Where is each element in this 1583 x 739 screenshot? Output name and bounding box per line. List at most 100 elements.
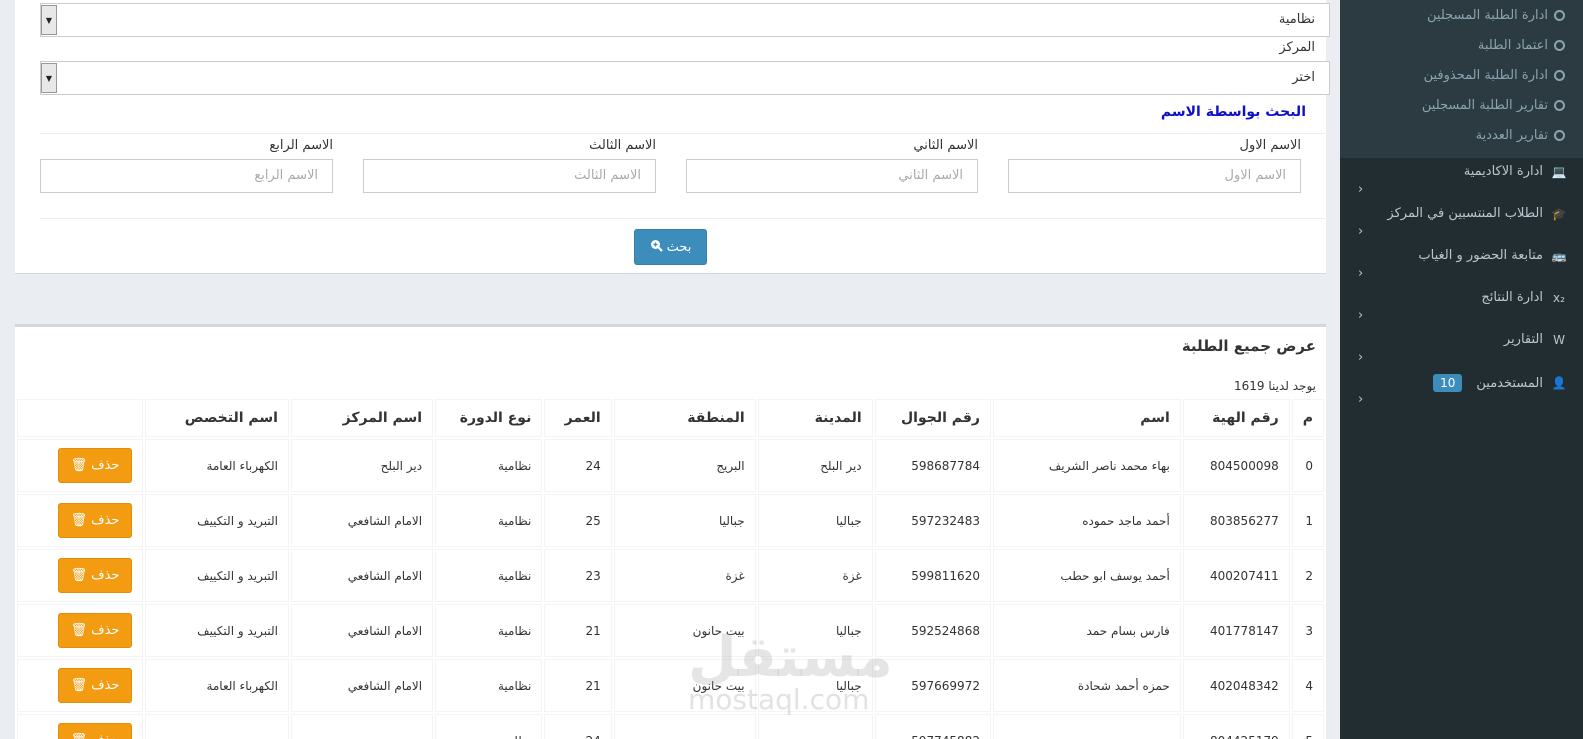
center-select[interactable]: اختر ▼ xyxy=(40,61,1330,95)
sidebar-item[interactable]: 💻 ادارة الاكاديمية ‹ xyxy=(1340,158,1583,200)
table-cell-actions: حذف🗑 xyxy=(17,604,143,657)
table-cell: جباليا xyxy=(757,494,873,547)
table-cell: 598687784 xyxy=(874,439,991,492)
users-count-badge: 10 xyxy=(1433,374,1463,392)
delete-button[interactable]: حذف🗑 xyxy=(58,558,132,593)
trash-icon: 🗑 xyxy=(70,678,88,693)
table-cell: 400207411 xyxy=(1182,549,1290,602)
table-cell-actions: حذف🗑 xyxy=(17,439,143,492)
sidebar-item[interactable]: 🚌 متابعة الحضور و الغياب ‹ xyxy=(1340,242,1583,284)
table-cell: 597232483 xyxy=(874,494,991,547)
table-cell: نظامية xyxy=(435,549,543,602)
first-name-input[interactable]: الاسم الاول xyxy=(1008,159,1301,193)
trash-icon: 🗑 xyxy=(70,458,88,473)
column-header-actions xyxy=(17,399,143,437)
table-cell: البريج xyxy=(613,439,756,492)
fourth-name-input[interactable]: الاسم الرابع xyxy=(40,159,333,193)
bus-icon: 🚌 xyxy=(1551,248,1567,263)
table-cell: 23 xyxy=(544,549,612,602)
column-header: اسم التخصص xyxy=(145,399,289,437)
submenu-item[interactable]: ادارة الطلبة المسجلين xyxy=(1340,0,1583,30)
column-header: المدينة xyxy=(757,399,873,437)
sidebar-item-label: ادارة النتائج xyxy=(1481,290,1543,305)
chevron-left-icon: ‹ xyxy=(1358,350,1364,365)
trash-icon: 🗑 xyxy=(70,513,88,528)
course-type-value: نظامية xyxy=(1278,12,1315,27)
trash-icon: 🗑 xyxy=(70,623,88,638)
center-value: اختر xyxy=(1292,70,1315,85)
center-label: المركز xyxy=(1279,40,1315,55)
table-cell: 599811620 xyxy=(874,549,991,602)
word-file-icon: W xyxy=(1553,332,1565,347)
watermark-arabic: مستقل xyxy=(688,625,893,690)
column-header: اسم المركز xyxy=(290,399,434,437)
delete-button[interactable]: حذف🗑 xyxy=(58,503,132,538)
delete-button[interactable]: حذف🗑 xyxy=(58,723,132,739)
table-row: 5804425179 597745882 24نظامية حذف🗑 xyxy=(17,714,1324,739)
circle-icon xyxy=(1554,69,1565,81)
submenu-item[interactable]: تقارير العددية xyxy=(1340,120,1583,150)
students-list-box: عرض جميع الطلبة يوجد لدينا 1619 م رقم اله… xyxy=(15,324,1326,739)
sidebar-item[interactable]: W التقارير ‹ xyxy=(1340,326,1583,368)
sidebar-item[interactable]: x₂ ادارة النتائج ‹ xyxy=(1340,284,1583,326)
dropdown-arrow-icon[interactable]: ▼ xyxy=(41,63,57,93)
second-name-input[interactable]: الاسم الثاني xyxy=(686,159,978,193)
search-button[interactable]: بحث xyxy=(634,229,707,265)
submenu-item[interactable]: تقارير الطلبة المسجلين xyxy=(1340,90,1583,120)
table-cell: 803856277 xyxy=(1182,494,1290,547)
submenu-item-label: ادارة الطلبة المسجلين xyxy=(1427,7,1548,23)
sidebar-item-label: ادارة الاكاديمية xyxy=(1463,164,1543,179)
table-cell: الامام الشافعي xyxy=(290,604,434,657)
students-box-title: عرض جميع الطلبة xyxy=(1181,337,1316,355)
main-content: نظامية ▼ المركز اختر ▼ البحث بواسطة الاس… xyxy=(0,0,1340,739)
delete-button[interactable]: حذف🗑 xyxy=(58,668,132,703)
table-cell xyxy=(145,714,289,739)
sidebar-item[interactable]: 🎓 الطلاب المنتسبين في المركز ‹ xyxy=(1340,200,1583,242)
table-cell xyxy=(613,714,756,739)
delete-button[interactable]: حذف🗑 xyxy=(58,613,132,648)
table-cell: 1 xyxy=(1291,494,1324,547)
submenu-item-label: ادارة الطلبة المحذوفين xyxy=(1423,67,1548,83)
circle-icon xyxy=(1554,129,1565,141)
second-name-label: الاسم الثاني xyxy=(913,138,978,153)
table-cell: 24 xyxy=(544,714,612,739)
sidebar-menu: 💻 ادارة الاكاديمية ‹ 🎓 الطلاب المنتسبين في ا… xyxy=(1340,158,1583,410)
subscript-icon: x₂ xyxy=(1553,290,1565,305)
circle-icon xyxy=(1554,39,1565,51)
table-cell: 401778147 xyxy=(1182,604,1290,657)
submenu-item[interactable]: ادارة الطلبة المحذوفين xyxy=(1340,60,1583,90)
graduation-cap-icon: 🎓 xyxy=(1551,206,1567,221)
table-cell-actions: حذف🗑 xyxy=(17,549,143,602)
sidebar-item[interactable]: 👤 المستخدمين 10 ‹ xyxy=(1340,368,1583,410)
column-header: المنطقة xyxy=(613,399,756,437)
table-cell xyxy=(757,714,873,739)
table-cell: التبريد و التكييف xyxy=(145,494,289,547)
table-cell: 3 xyxy=(1291,604,1324,657)
table-cell: 21 xyxy=(544,604,612,657)
table-cell: 25 xyxy=(544,494,612,547)
table-cell xyxy=(290,714,434,739)
table-cell-actions: حذف🗑 xyxy=(17,659,143,712)
table-row: 2 400207411 أحمد يوسف ابو حطب 599811620 غزة غ… xyxy=(17,549,1324,602)
delete-button-label: حذف xyxy=(91,678,120,693)
course-type-select[interactable]: نظامية ▼ xyxy=(40,3,1330,37)
table-row: 3 401778147 فارس بسام حمد 592524868 جباليا بي… xyxy=(17,604,1324,657)
fourth-name-label: الاسم الرابع xyxy=(269,138,333,153)
sidebar-item-label: الطلاب المنتسبين في المركز xyxy=(1387,206,1543,221)
table-cell-actions: حذف🗑 xyxy=(17,714,143,739)
table-cell: 0 xyxy=(1291,439,1324,492)
table-cell: نظامية xyxy=(435,494,543,547)
watermark-latin: mostaql.com xyxy=(688,683,870,716)
submenu-item[interactable]: اعتماد الطلبة xyxy=(1340,30,1583,60)
third-name-input[interactable]: الاسم الثالث xyxy=(363,159,656,193)
table-cell: دير البلح xyxy=(757,439,873,492)
table-cell: نظامية xyxy=(435,439,543,492)
column-header: العمر xyxy=(544,399,612,437)
dropdown-arrow-icon[interactable]: ▼ xyxy=(41,5,57,35)
table-row: 0 804500098 بهاء محمد ناصر الشريف 598687784… xyxy=(17,439,1324,492)
delete-button[interactable]: حذف🗑 xyxy=(58,448,132,483)
user-icon: 👤 xyxy=(1551,376,1567,390)
table-cell: بهاء محمد ناصر الشريف xyxy=(992,439,1181,492)
students-table: م رقم الهية اسم رقم الجوال المدينة المنطقة الع… xyxy=(15,397,1326,739)
chevron-left-icon: ‹ xyxy=(1358,266,1364,281)
